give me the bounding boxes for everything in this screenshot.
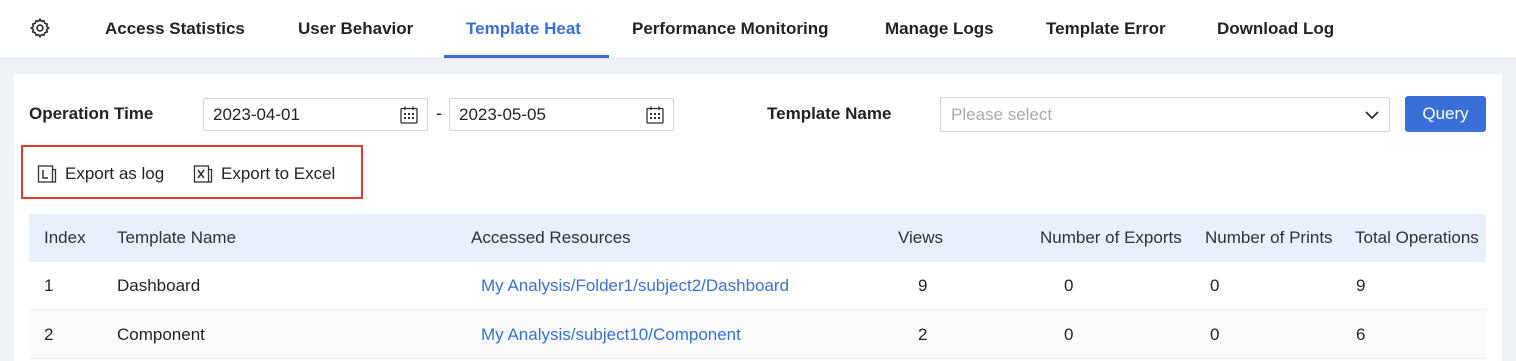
start-date-field[interactable]: 2023-04-01 (203, 98, 428, 131)
chevron-down-icon[interactable] (1363, 106, 1381, 124)
log-file-icon (37, 165, 57, 183)
table-row[interactable] (29, 311, 1486, 359)
export-to-excel-label: Export to Excel (221, 164, 336, 183)
date-range-separator: - (436, 103, 442, 123)
tab-access-statistics[interactable]: Access Statistics (105, 0, 245, 58)
column-header-index[interactable]: Index (44, 228, 86, 248)
row-total-operations: 9 (1356, 276, 1366, 295)
export-as-log-button[interactable]: Export as log (37, 163, 177, 185)
row-views: 9 (918, 276, 928, 295)
calendar-icon[interactable] (645, 105, 665, 125)
end-date-field[interactable]: 2023-05-05 (449, 98, 674, 131)
column-header-number-of-prints[interactable]: Number of Prints (1205, 228, 1333, 248)
row-prints: 0 (1210, 325, 1220, 344)
start-date-value: 2023-04-01 (213, 105, 300, 124)
tab-template-heat[interactable]: Template Heat (466, 0, 581, 58)
template-name-select[interactable]: Please select (940, 97, 1390, 132)
column-header-views[interactable]: Views (898, 228, 943, 248)
row-index: 1 (44, 276, 54, 295)
top-navigation-bar: Access Statistics User Behavior Template… (0, 0, 1516, 59)
gear-icon[interactable] (29, 17, 51, 39)
row-views: 2 (918, 325, 928, 344)
column-header-total-operations[interactable]: Total Operations (1355, 228, 1479, 248)
export-to-excel-button[interactable]: Export to Excel (193, 163, 353, 185)
tab-user-behavior[interactable]: User Behavior (298, 0, 413, 58)
tab-manage-logs[interactable]: Manage Logs (885, 0, 994, 58)
tab-performance-monitoring[interactable]: Performance Monitoring (632, 0, 828, 58)
tab-download-log[interactable]: Download Log (1217, 0, 1334, 58)
end-date-value: 2023-05-05 (459, 105, 546, 124)
row-resource-link[interactable]: My Analysis/Folder1/subject2/Dashboard (481, 276, 789, 296)
template-select-placeholder: Please select (951, 105, 1053, 124)
column-header-number-of-exports[interactable]: Number of Exports (1040, 228, 1182, 248)
excel-file-icon (193, 165, 213, 183)
row-prints: 0 (1210, 276, 1220, 295)
column-header-accessed-resources[interactable]: Accessed Resources (471, 228, 631, 248)
export-as-log-label: Export as log (65, 164, 165, 183)
template-name-label: Template Name (767, 104, 892, 123)
active-tab-indicator (444, 55, 609, 58)
column-header-template-name[interactable]: Template Name (117, 228, 236, 248)
calendar-icon[interactable] (399, 105, 419, 125)
row-exports: 0 (1064, 276, 1074, 295)
row-template-name: Dashboard (117, 276, 201, 295)
operation-time-label: Operation Time (29, 104, 154, 123)
row-exports: 0 (1064, 325, 1074, 344)
row-total-operations: 6 (1356, 325, 1366, 344)
query-button[interactable]: Query (1405, 96, 1486, 132)
row-template-name: Component (117, 325, 205, 344)
row-index: 2 (44, 325, 54, 344)
tab-template-error[interactable]: Template Error (1046, 0, 1166, 58)
row-resource-link[interactable]: My Analysis/subject10/Component (481, 325, 741, 345)
